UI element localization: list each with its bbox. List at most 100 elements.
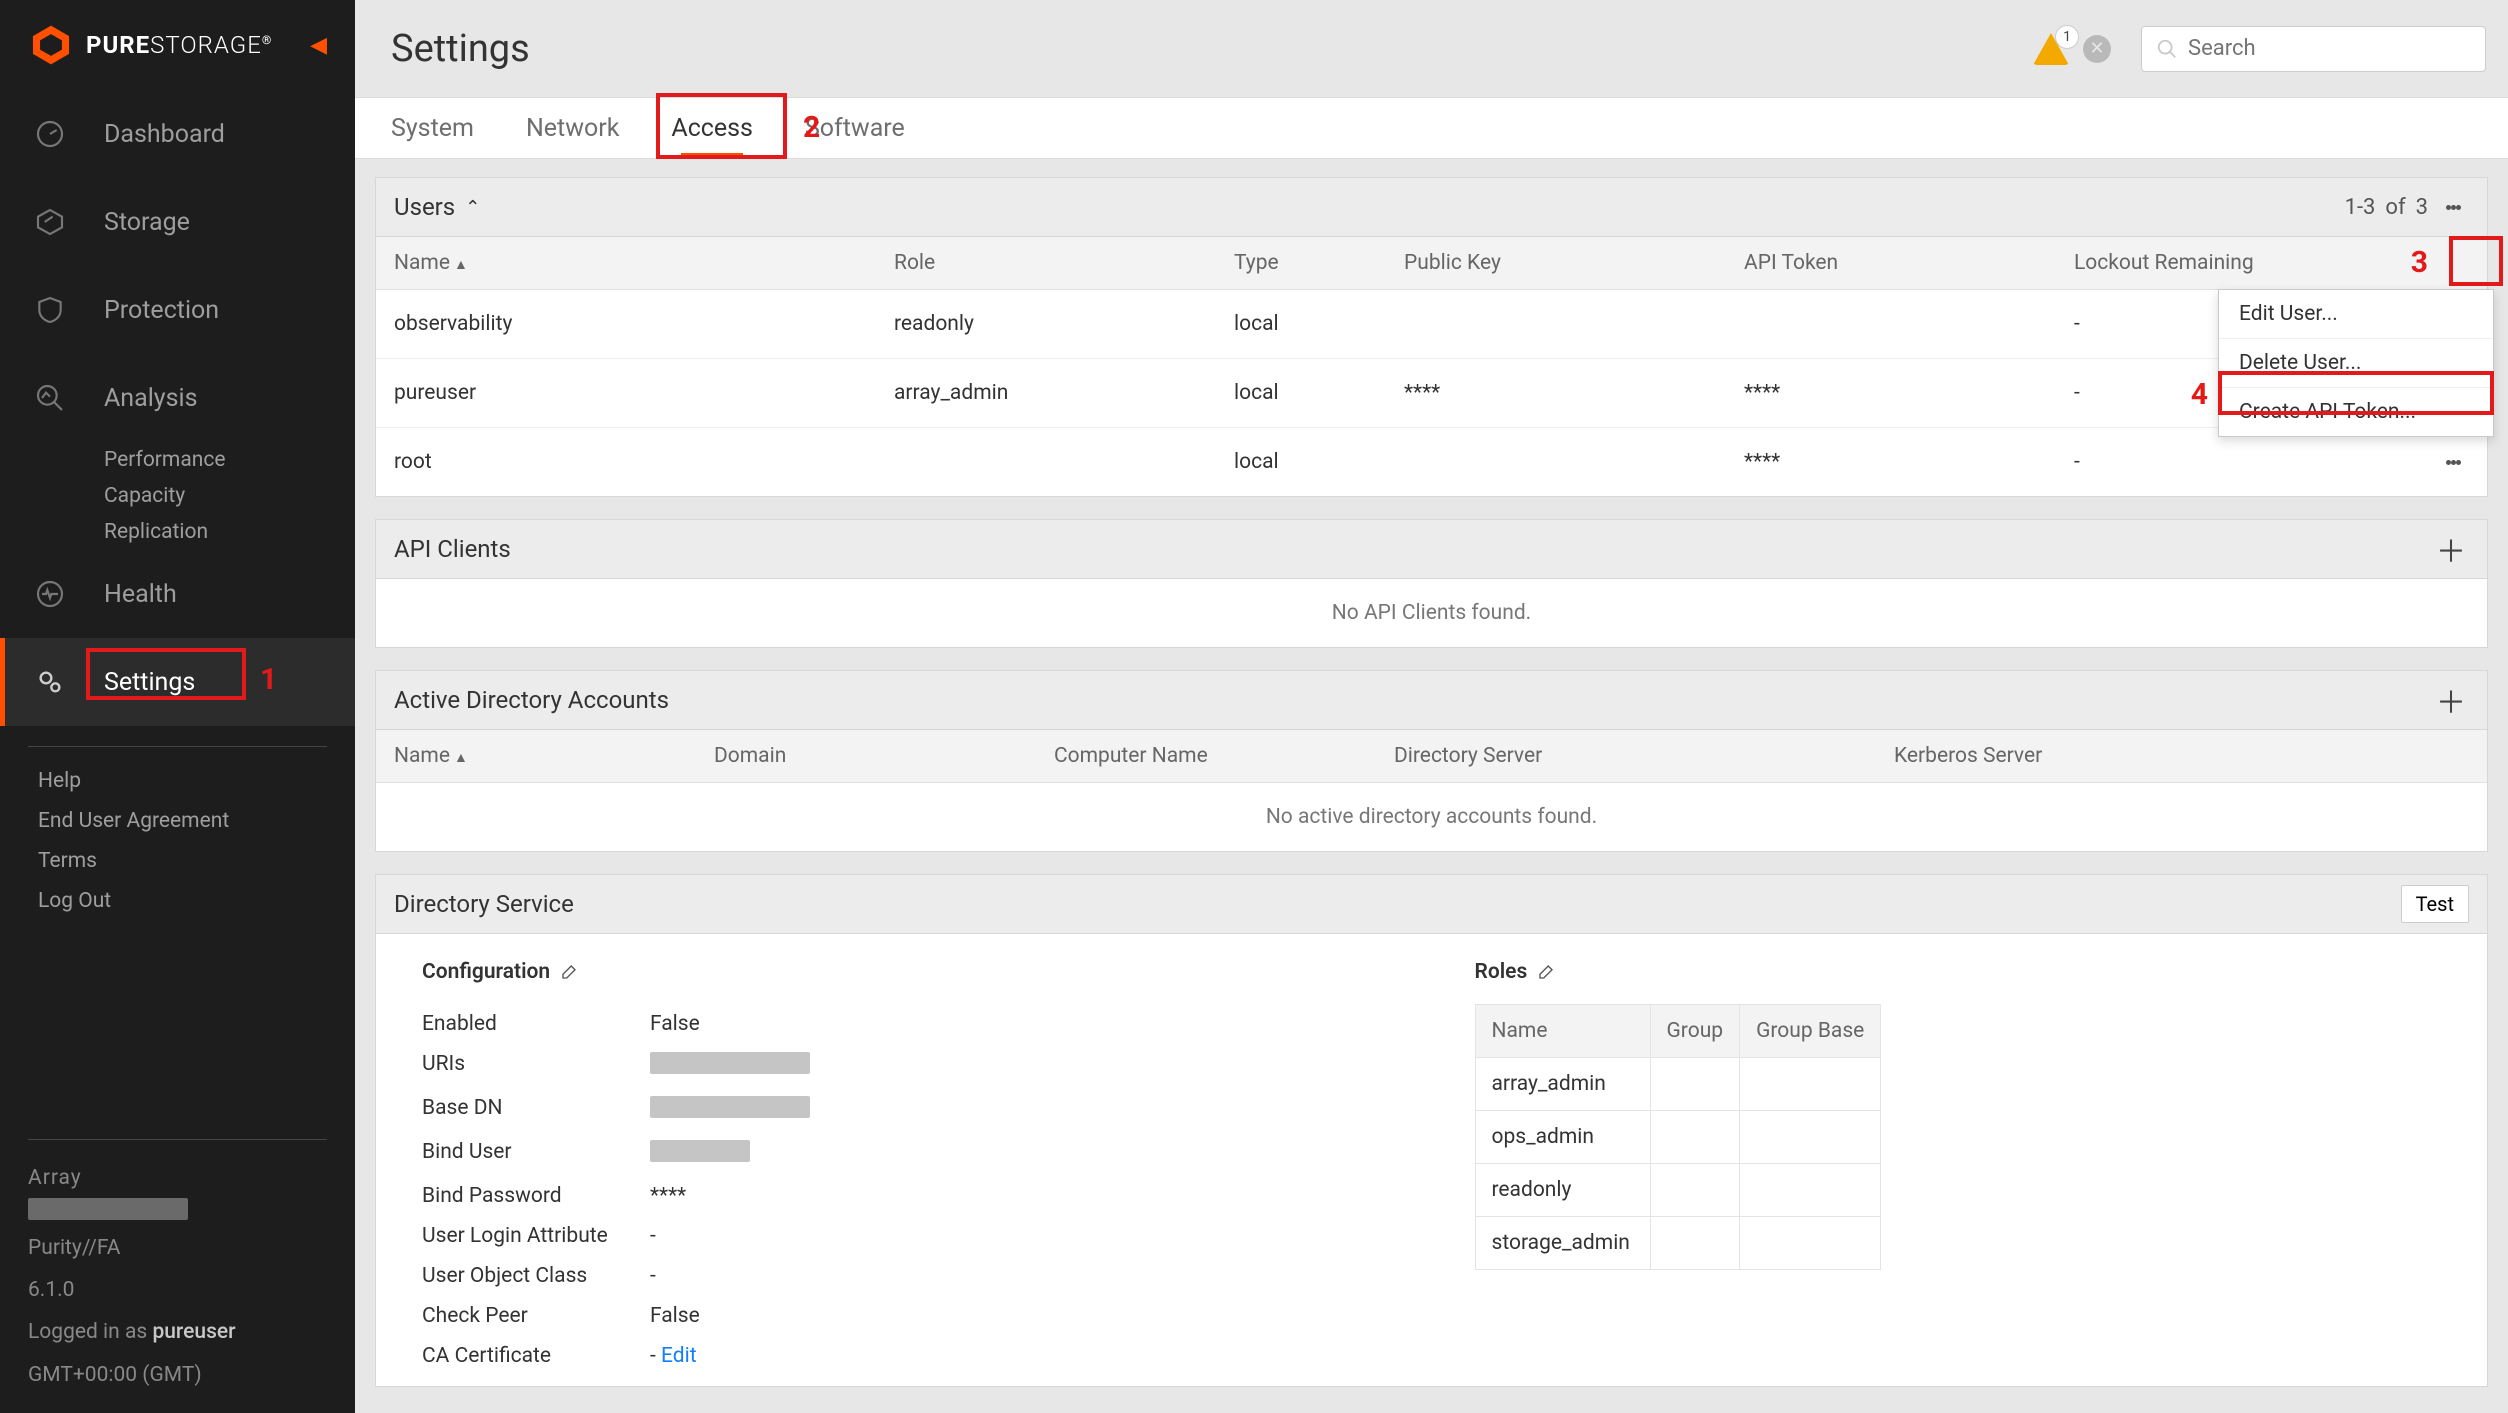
- link-logout[interactable]: Log Out: [0, 881, 355, 921]
- sidebar-divider: [28, 746, 327, 747]
- kv-val: False: [650, 1012, 700, 1036]
- link-help[interactable]: Help: [0, 761, 355, 801]
- col: Name: [1475, 1005, 1650, 1058]
- kv-key: URIs: [422, 1052, 650, 1080]
- sidebar: PURESTORAGE® ◀ Dashboard Storage Protect…: [0, 0, 355, 1413]
- col[interactable]: Name: [394, 744, 450, 768]
- nav-label: Health: [104, 580, 177, 609]
- kv-key: Bind User: [422, 1140, 650, 1168]
- nav-label: Settings: [104, 668, 195, 697]
- user-row: root local **** -: [376, 428, 2487, 497]
- col-token[interactable]: API Token: [1726, 237, 2056, 290]
- col: Group: [1650, 1005, 1740, 1058]
- users-panel: Users ⌃ 1-3 of 3 Name▲ Role Type Public …: [375, 177, 2488, 497]
- array-version: 6.1.0: [28, 1278, 74, 1302]
- link-eua[interactable]: End User Agreement: [0, 801, 355, 841]
- login-prefix: Logged in as: [28, 1320, 152, 1344]
- kv-val: ****: [650, 1184, 686, 1208]
- search-box[interactable]: [2141, 26, 2486, 72]
- sort-asc-icon: ▲: [454, 257, 468, 273]
- nav-analysis[interactable]: Analysis: [0, 354, 355, 442]
- kv-key: User Object Class: [422, 1264, 650, 1288]
- pager-range: 1-3: [2345, 195, 2376, 220]
- tab-software[interactable]: Software: [805, 98, 905, 158]
- array-name-redacted: [28, 1198, 188, 1220]
- test-directory-button[interactable]: Test: [2401, 885, 2469, 923]
- nav-protection[interactable]: Protection: [0, 266, 355, 354]
- tab-access[interactable]: Access: [671, 98, 753, 158]
- cell: [1386, 428, 1726, 497]
- dismiss-alert-icon[interactable]: ✕: [2083, 35, 2111, 63]
- nav-analysis-capacity[interactable]: Capacity: [0, 478, 355, 514]
- ca-cert-edit-link[interactable]: Edit: [661, 1344, 697, 1368]
- ds-roles: Roles Name Group Group Base array_admin …: [1435, 934, 2488, 1386]
- search-icon: [2156, 38, 2178, 60]
- tab-system[interactable]: System: [391, 98, 474, 158]
- kv-dash: -: [650, 1344, 661, 1368]
- link-terms[interactable]: Terms: [0, 841, 355, 881]
- users-panel-menu[interactable]: [2438, 187, 2469, 227]
- user-row: pureuser array_admin local **** **** -: [376, 359, 2487, 428]
- col-role[interactable]: Role: [876, 237, 1216, 290]
- cell: -: [2056, 428, 2420, 497]
- cell: ****: [1726, 359, 2056, 428]
- ctx-delete-user[interactable]: Delete User...: [2219, 338, 2493, 387]
- array-info: Array Purity//FA 6.1.0 Logged in as pure…: [28, 1139, 327, 1413]
- ad-accounts-panel: Active Directory Accounts ＋ Name▲ Domain…: [375, 670, 2488, 852]
- directory-service-header: Directory Service Test: [376, 875, 2487, 934]
- nav-settings[interactable]: Settings: [0, 638, 355, 726]
- cell: local: [1216, 359, 1386, 428]
- col-name[interactable]: Name: [394, 251, 450, 275]
- collapse-sidebar-icon[interactable]: ◀: [310, 33, 327, 58]
- cell: readonly: [876, 290, 1216, 359]
- ds-configuration: Configuration EnabledFalse URIs Base DN …: [376, 934, 1435, 1386]
- nav-storage[interactable]: Storage: [0, 178, 355, 266]
- col[interactable]: Directory Server: [1376, 730, 1876, 783]
- nav-label: Dashboard: [104, 120, 225, 149]
- alerts-indicator[interactable]: 1: [2033, 33, 2069, 65]
- nav-analysis-replication[interactable]: Replication: [0, 514, 355, 550]
- ctx-edit-user[interactable]: Edit User...: [2219, 290, 2493, 338]
- edit-icon[interactable]: [1537, 963, 1555, 981]
- col[interactable]: Computer Name: [1036, 730, 1376, 783]
- cell: array_admin: [876, 359, 1216, 428]
- tab-network[interactable]: Network: [526, 98, 619, 158]
- array-tz: GMT+00:00 (GMT): [28, 1363, 202, 1387]
- nav-label: Protection: [104, 296, 219, 325]
- ad-accounts-title: Active Directory Accounts: [394, 686, 669, 714]
- row-menu[interactable]: [2438, 442, 2469, 482]
- cell: ****: [1726, 428, 2056, 497]
- alert-count: 1: [2055, 25, 2079, 49]
- nav-health[interactable]: Health: [0, 550, 355, 638]
- nav-sub-label: Performance: [104, 448, 225, 472]
- nav-dashboard[interactable]: Dashboard: [0, 90, 355, 178]
- col-lockout[interactable]: Lockout Remaining: [2056, 237, 2420, 290]
- col[interactable]: Domain: [696, 730, 1036, 783]
- kv-key: CA Certificate: [422, 1344, 650, 1368]
- col-pk[interactable]: Public Key: [1386, 237, 1726, 290]
- cell: [1726, 290, 2056, 359]
- col-type[interactable]: Type: [1216, 237, 1386, 290]
- brand-logo: PURESTORAGE® ◀: [0, 0, 355, 90]
- pager-total: 3: [2416, 195, 2428, 220]
- kv-key: Enabled: [422, 1012, 650, 1036]
- col[interactable]: Kerberos Server: [1876, 730, 2427, 783]
- users-panel-header: Users ⌃ 1-3 of 3: [376, 178, 2487, 237]
- search-input[interactable]: [2188, 36, 2471, 61]
- page-title: Settings: [391, 27, 2033, 71]
- chevron-up-icon[interactable]: ⌃: [465, 197, 480, 218]
- main: Settings 1 ✕ System Network Access Softw…: [355, 0, 2508, 1413]
- kv-key: Base DN: [422, 1096, 650, 1124]
- nav-sub-label: Replication: [104, 520, 208, 544]
- add-api-client-button[interactable]: ＋: [2433, 527, 2469, 571]
- role-name: readonly: [1475, 1164, 1650, 1217]
- edit-icon[interactable]: [560, 963, 578, 981]
- ctx-create-api-token[interactable]: Create API Token...: [2219, 387, 2493, 436]
- storage-icon: [34, 206, 104, 238]
- add-ad-account-button[interactable]: ＋: [2433, 678, 2469, 722]
- roles-table: Name Group Group Base array_admin ops_ad…: [1475, 1004, 1882, 1270]
- cell: pureuser: [376, 359, 876, 428]
- cell: root: [376, 428, 876, 497]
- nav-analysis-performance[interactable]: Performance: [0, 442, 355, 478]
- users-table: Name▲ Role Type Public Key API Token Loc…: [376, 237, 2487, 496]
